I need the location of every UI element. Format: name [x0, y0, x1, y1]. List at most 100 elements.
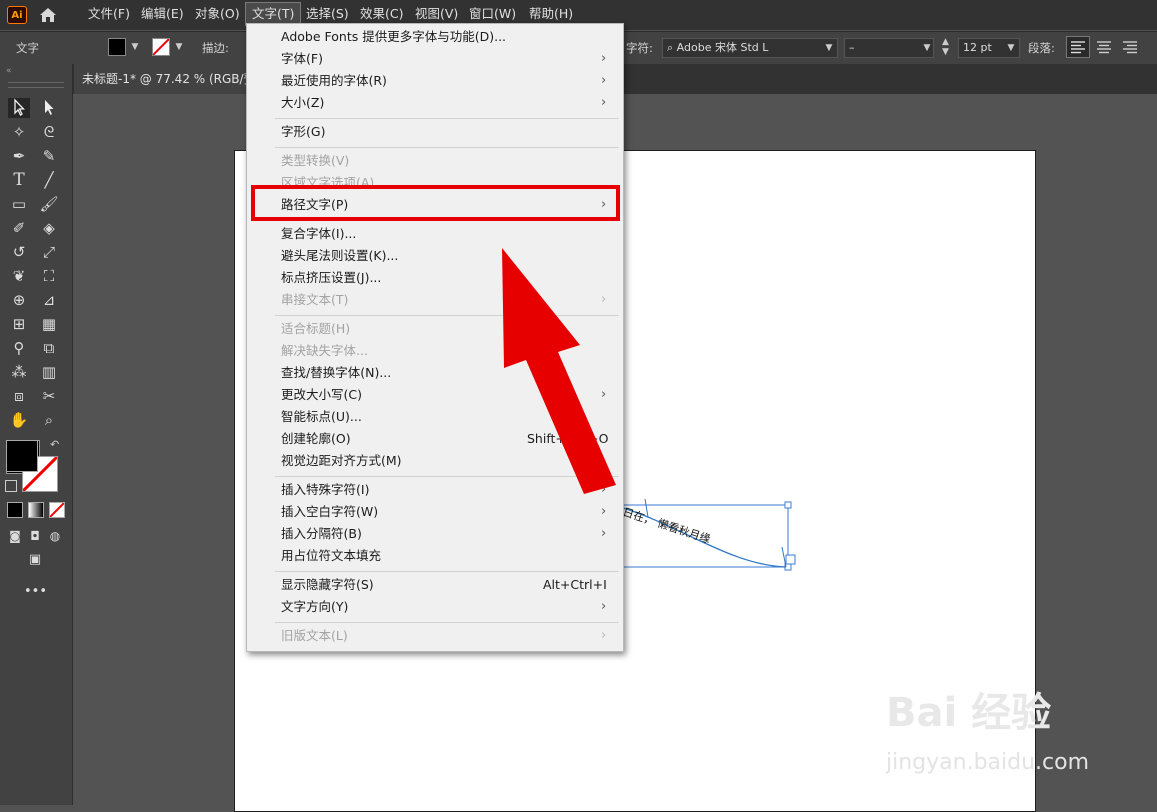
menu-type[interactable]: 文字(T): [244, 2, 302, 26]
annotation-arrow-icon: [502, 248, 616, 494]
menu-item-insert-break[interactable]: 插入分隔符(B): [281, 523, 362, 545]
menu-item-composite-fonts[interactable]: 复合字体(I)...: [281, 223, 356, 245]
align-left-button[interactable]: [1066, 36, 1090, 58]
menu-file[interactable]: 文件(F): [82, 0, 136, 28]
menu-item-glyphs[interactable]: 字形(G): [281, 121, 325, 143]
fill-color-front[interactable]: [6, 440, 38, 472]
character-label[interactable]: 字符:: [626, 40, 653, 56]
zoom-tool-icon[interactable]: ⌕: [38, 410, 60, 430]
chevron-right-icon: ›: [601, 599, 607, 614]
menu-item-smart-punctuation[interactable]: 智能标点(U)...: [281, 406, 362, 428]
menu-item-threaded-text: 串接文本(T): [281, 292, 349, 307]
draw-inside-icon[interactable]: ◍: [44, 526, 66, 546]
swap-colors-icon[interactable]: ↶: [50, 438, 59, 451]
paintbrush-tool-icon[interactable]: 🖌: [38, 194, 60, 214]
align-left-icon: [1071, 41, 1085, 54]
eyedropper-tool-icon[interactable]: ⚲: [8, 338, 30, 358]
gradient-tool-icon[interactable]: ▦: [38, 314, 60, 334]
chevron-down-icon[interactable]: ▼: [1004, 39, 1018, 57]
curvature-tool-icon[interactable]: ✎: [38, 146, 60, 166]
eraser-tool-icon[interactable]: ◈: [38, 218, 60, 238]
menu-separator: [275, 118, 619, 119]
gradient-mode-icon[interactable]: [28, 502, 44, 518]
document-tab[interactable]: 未标题-1* @ 77.42 % (RGB/预览): [74, 64, 250, 94]
screen-mode-icon[interactable]: ▣: [24, 550, 46, 570]
menu-item-recent-fonts[interactable]: 最近使用的字体(R): [281, 70, 387, 92]
artboard-tool-icon[interactable]: ⧈: [8, 386, 30, 406]
menu-item-show-hidden-chars[interactable]: 显示隐藏字符(S): [281, 574, 374, 596]
symbol-sprayer-tool-icon[interactable]: ⁂: [8, 362, 30, 382]
menu-item-find-replace-font[interactable]: 查找/替换字体(N)...: [281, 362, 391, 384]
none-mode-icon[interactable]: [49, 502, 65, 518]
menu-item-optical-margin[interactable]: 视觉边距对齐方式(M): [281, 450, 402, 472]
watermark-brand: Bai 经验: [886, 690, 1052, 736]
align-right-icon[interactable]: [1120, 37, 1140, 57]
rotate-tool-icon[interactable]: ↺: [8, 242, 30, 262]
menu-item-adobe-fonts[interactable]: Adobe Fonts 提供更多字体与功能(D)...: [281, 26, 506, 48]
perspective-grid-tool-icon[interactable]: ⊿: [38, 290, 60, 310]
collapse-panel-icon[interactable]: «: [6, 66, 12, 76]
slice-tool-icon[interactable]: ✂: [38, 386, 60, 406]
stroke-label: 描边:: [202, 41, 229, 55]
no-stroke-icon: [152, 38, 170, 56]
menu-edit[interactable]: 编辑(E): [135, 0, 190, 28]
selection-tool-icon[interactable]: [8, 98, 30, 118]
menu-item-type-orientation[interactable]: 文字方向(Y): [281, 596, 348, 618]
highlight-box: [251, 185, 620, 221]
paragraph-label[interactable]: 段落:: [1028, 40, 1055, 56]
panel-grip[interactable]: [8, 82, 64, 88]
chevron-right-icon: ›: [601, 504, 607, 519]
menu-object[interactable]: 对象(O): [189, 0, 246, 28]
lasso-tool-icon[interactable]: ᘓ: [38, 122, 60, 142]
menu-separator: [275, 571, 619, 572]
search-icon: ⌕: [667, 41, 674, 54]
mesh-tool-icon[interactable]: ⊞: [8, 314, 30, 334]
color-mode-icon[interactable]: [7, 502, 23, 518]
hand-tool-icon[interactable]: ✋: [8, 410, 30, 430]
direct-selection-tool-icon[interactable]: [38, 98, 60, 118]
scale-tool-icon[interactable]: ⤢: [38, 242, 60, 262]
menu-item-change-case[interactable]: 更改大小写(C): [281, 384, 362, 406]
default-colors-icon[interactable]: [5, 480, 17, 492]
chevron-down-icon[interactable]: ▼: [128, 38, 142, 56]
free-transform-tool-icon[interactable]: ⛶: [38, 266, 60, 286]
chevron-down-icon[interactable]: ▼: [822, 39, 836, 57]
align-center-icon[interactable]: [1094, 37, 1114, 57]
menu-item-font[interactable]: 字体(F): [281, 48, 323, 70]
menu-item-size[interactable]: 大小(Z): [281, 92, 324, 114]
menu-item-insert-whitespace[interactable]: 插入空白字符(W): [281, 501, 378, 523]
menu-item-fit-headline: 适合标题(H): [281, 321, 351, 336]
shaper-tool-icon[interactable]: ✐: [8, 218, 30, 238]
chevron-down-icon[interactable]: ▼: [920, 39, 934, 57]
menu-item-insert-special-char[interactable]: 插入特殊字符(I): [281, 479, 369, 501]
draw-behind-icon[interactable]: ◘: [24, 526, 46, 546]
type-tool-icon[interactable]: T: [8, 170, 30, 190]
chevron-right-icon: ›: [601, 51, 607, 66]
magic-wand-tool-icon[interactable]: ✧: [8, 122, 30, 142]
font-size-stepper[interactable]: ▲ ▼: [942, 37, 956, 59]
path-text-object[interactable]: 日在， 懒看秋月缘: [600, 495, 810, 577]
shortcut-show-hidden-chars: Alt+Ctrl+I: [543, 577, 607, 592]
more-tools-icon[interactable]: •••: [24, 582, 47, 602]
tool-label: 文字: [16, 41, 39, 55]
menu-item-resolve-missing-fonts: 解决缺失字体...: [281, 343, 368, 358]
menu-item-placeholder-text[interactable]: 用占位符文本填充: [281, 545, 381, 567]
menu-item-kinsoku[interactable]: 避头尾法则设置(K)...: [281, 245, 398, 267]
rectangle-tool-icon[interactable]: ▭: [8, 194, 30, 214]
shape-builder-tool-icon[interactable]: ⊕: [8, 290, 30, 310]
fill-swatch[interactable]: [108, 38, 126, 56]
pen-tool-icon[interactable]: ✒: [8, 146, 30, 166]
blend-tool-icon[interactable]: ⧉: [38, 338, 60, 358]
warp-tool-icon[interactable]: ❦: [8, 266, 30, 286]
stroke-swatch[interactable]: [152, 38, 170, 56]
chevron-down-icon[interactable]: ▼: [172, 38, 186, 56]
menu-item-create-outlines[interactable]: 创建轮廓(O): [281, 428, 351, 450]
menu-item-mojikumi[interactable]: 标点挤压设置(J)...: [281, 267, 381, 289]
watermark-url: jingyan.baidu.com: [886, 750, 1090, 775]
home-icon[interactable]: [38, 6, 58, 24]
font-family-field[interactable]: ⌕ Adobe 宋体 Std L: [662, 38, 838, 58]
draw-normal-icon[interactable]: ◙: [4, 526, 26, 546]
graph-tool-icon[interactable]: ▥: [38, 362, 60, 382]
line-tool-icon[interactable]: ╱: [38, 170, 60, 190]
menu-item-legacy-text: 旧版文本(L): [281, 628, 348, 643]
